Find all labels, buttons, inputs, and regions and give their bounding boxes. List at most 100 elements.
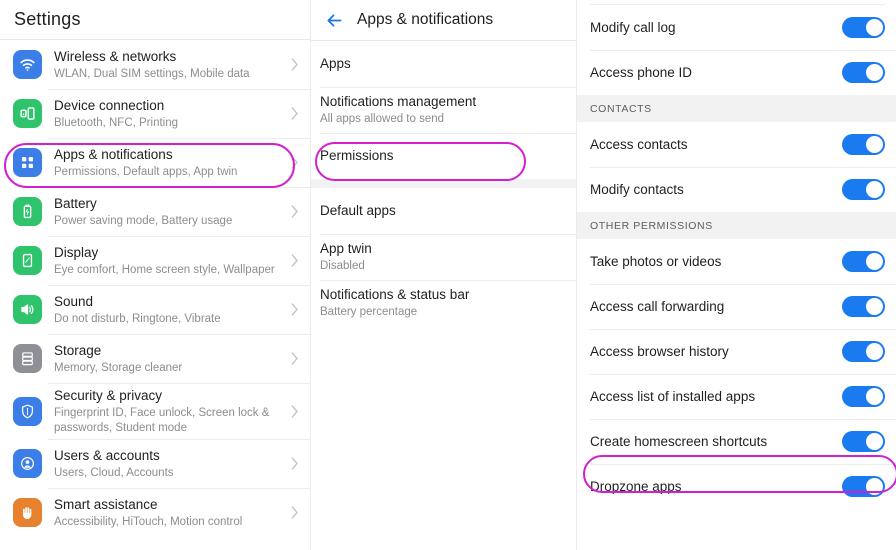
permission-row-access-call-forwarding[interactable]: Access call forwarding xyxy=(577,284,896,329)
section-header-contacts: CONTACTS xyxy=(577,95,896,122)
apps-item-app-twin[interactable]: App twin Disabled xyxy=(311,234,576,280)
sidebar-item-subtitle: Users, Cloud, Accounts xyxy=(54,466,174,479)
sidebar-item-title: Battery xyxy=(54,195,97,211)
sidebar-item-text: Device connection Bluetooth, NFC, Printi… xyxy=(54,97,283,131)
back-arrow-icon[interactable] xyxy=(319,5,349,35)
permission-row-modify-contacts[interactable]: Modify contacts xyxy=(577,167,896,212)
user-account-icon xyxy=(13,449,42,478)
battery-icon xyxy=(13,197,42,226)
chevron-right-icon xyxy=(289,56,300,73)
sidebar-item-title: Wireless & networks xyxy=(54,48,177,64)
sidebar-item-title: Sound xyxy=(54,293,94,309)
sidebar-item-title: Security & privacy xyxy=(54,387,163,403)
sidebar-item-subtitle: Permissions, Default apps, App twin xyxy=(54,165,238,178)
permission-label: Create homescreen shortcuts xyxy=(590,434,768,449)
sidebar-item-display[interactable]: Display Eye comfort, Home screen style, … xyxy=(0,236,310,285)
sidebar-item-storage[interactable]: Storage Memory, Storage cleaner xyxy=(0,334,310,383)
settings-screen: Settings Wireless & networks WLAN, Dual … xyxy=(0,0,896,550)
sidebar-item-title: Apps & notifications xyxy=(54,146,173,162)
sidebar-item-sound[interactable]: Sound Do not disturb, Ringtone, Vibrate xyxy=(0,285,310,334)
chevron-right-icon xyxy=(289,504,300,521)
apps-item-apps[interactable]: Apps xyxy=(311,41,576,87)
chevron-right-icon xyxy=(289,105,300,122)
sidebar-item-battery[interactable]: Battery Power saving mode, Battery usage xyxy=(0,187,310,236)
wifi-icon xyxy=(13,50,42,79)
permission-toggle[interactable] xyxy=(842,251,885,272)
toggle-knob xyxy=(866,181,883,198)
sidebar-item-subtitle: Do not disturb, Ringtone, Vibrate xyxy=(54,312,221,325)
apps-item-title: Apps xyxy=(320,56,351,71)
chevron-right-icon xyxy=(289,350,300,367)
permission-row-dropzone-apps[interactable]: Dropzone apps xyxy=(577,464,896,509)
apps-item-title: Default apps xyxy=(320,203,396,218)
apps-item-title: Permissions xyxy=(320,148,394,163)
sidebar-item-text: Display Eye comfort, Home screen style, … xyxy=(54,244,283,278)
sidebar-item-subtitle: Memory, Storage cleaner xyxy=(54,361,183,374)
apps-item-title: Notifications & status bar xyxy=(320,287,470,302)
hand-icon xyxy=(13,498,42,527)
apps-panel-header: Apps & notifications xyxy=(311,0,576,41)
permission-row-access-phone-id[interactable]: Access phone ID xyxy=(577,50,896,95)
sidebar-item-apps-notifications[interactable]: Apps & notifications Permissions, Defaul… xyxy=(0,138,310,187)
sidebar-item-subtitle: WLAN, Dual SIM settings, Mobile data xyxy=(54,67,250,80)
sidebar-item-title: Smart assistance xyxy=(54,496,158,512)
apps-item-permissions[interactable]: Permissions xyxy=(311,133,576,179)
toggle-knob xyxy=(866,64,883,81)
permission-toggle[interactable] xyxy=(842,134,885,155)
sidebar-item-subtitle: Accessibility, HiTouch, Motion control xyxy=(54,515,243,528)
permission-toggle[interactable] xyxy=(842,179,885,200)
toggle-knob xyxy=(866,19,883,36)
permission-label: Access browser history xyxy=(590,344,729,359)
apps-panel-title: Apps & notifications xyxy=(357,11,494,28)
apps-item-title: App twin xyxy=(320,241,372,256)
permission-toggle[interactable] xyxy=(842,17,885,38)
permissions-panel: Modify call log Access phone ID CONTACTS… xyxy=(576,0,896,550)
settings-header: Settings xyxy=(0,0,310,40)
permission-toggle[interactable] xyxy=(842,476,885,497)
permission-label: Dropzone apps xyxy=(590,479,682,494)
sidebar-item-smart-assistance[interactable]: Smart assistance Accessibility, HiTouch,… xyxy=(0,488,310,537)
speaker-icon xyxy=(13,295,42,324)
sidebar-item-text: Security & privacy Fingerprint ID, Face … xyxy=(54,387,283,436)
permission-row-access-browser-history[interactable]: Access browser history xyxy=(577,329,896,374)
permission-row-create-homescreen-shortcuts[interactable]: Create homescreen shortcuts xyxy=(577,419,896,464)
chevron-right-icon xyxy=(289,455,300,472)
permission-toggle[interactable] xyxy=(842,431,885,452)
sidebar-item-wireless-networks[interactable]: Wireless & networks WLAN, Dual SIM setti… xyxy=(0,40,310,89)
toggle-knob xyxy=(866,343,883,360)
permission-row-take-photos-or-videos[interactable]: Take photos or videos xyxy=(577,239,896,284)
sidebar-item-text: Battery Power saving mode, Battery usage xyxy=(54,195,283,229)
sidebar-item-users-accounts[interactable]: Users & accounts Users, Cloud, Accounts xyxy=(0,439,310,488)
apps-item-subtitle: Battery percentage xyxy=(320,306,418,318)
toggle-knob xyxy=(866,478,883,495)
permission-row-access-list-of-installed-apps[interactable]: Access list of installed apps xyxy=(577,374,896,419)
permission-row-modify-call-log[interactable]: Modify call log xyxy=(577,5,896,50)
permission-row-access-contacts[interactable]: Access contacts xyxy=(577,122,896,167)
permission-label: Modify contacts xyxy=(590,182,684,197)
sidebar-item-subtitle: Power saving mode, Battery usage xyxy=(54,214,233,227)
apps-item-default-apps[interactable]: Default apps xyxy=(311,188,576,234)
sidebar-item-subtitle: Fingerprint ID, Face unlock, Screen lock… xyxy=(54,406,270,434)
permission-toggle[interactable] xyxy=(842,386,885,407)
permission-label: Modify call log xyxy=(590,20,676,35)
permission-label: Access call forwarding xyxy=(590,299,725,314)
sidebar-item-title: Storage xyxy=(54,342,102,358)
sidebar-item-text: Wireless & networks WLAN, Dual SIM setti… xyxy=(54,48,283,82)
toggle-knob xyxy=(866,433,883,450)
permission-toggle[interactable] xyxy=(842,341,885,362)
permission-toggle[interactable] xyxy=(842,296,885,317)
apps-item-notifications-management[interactable]: Notifications management All apps allowe… xyxy=(311,87,576,133)
toggle-knob xyxy=(866,298,883,315)
storage-icon xyxy=(13,344,42,373)
sidebar-item-text: Smart assistance Accessibility, HiTouch,… xyxy=(54,496,283,530)
sidebar-item-security-privacy[interactable]: Security & privacy Fingerprint ID, Face … xyxy=(0,383,310,439)
apps-item-notifications-status-bar[interactable]: Notifications & status bar Battery perce… xyxy=(311,280,576,326)
apps-item-title: Notifications management xyxy=(320,94,477,109)
sidebar-item-device-connection[interactable]: Device connection Bluetooth, NFC, Printi… xyxy=(0,89,310,138)
section-header-other-permissions: OTHER PERMISSIONS xyxy=(577,212,896,239)
sidebar-item-text: Storage Memory, Storage cleaner xyxy=(54,342,283,376)
apps-item-subtitle: All apps allowed to send xyxy=(320,113,445,125)
toggle-knob xyxy=(866,253,883,270)
chevron-right-icon xyxy=(289,154,300,171)
permission-toggle[interactable] xyxy=(842,62,885,83)
